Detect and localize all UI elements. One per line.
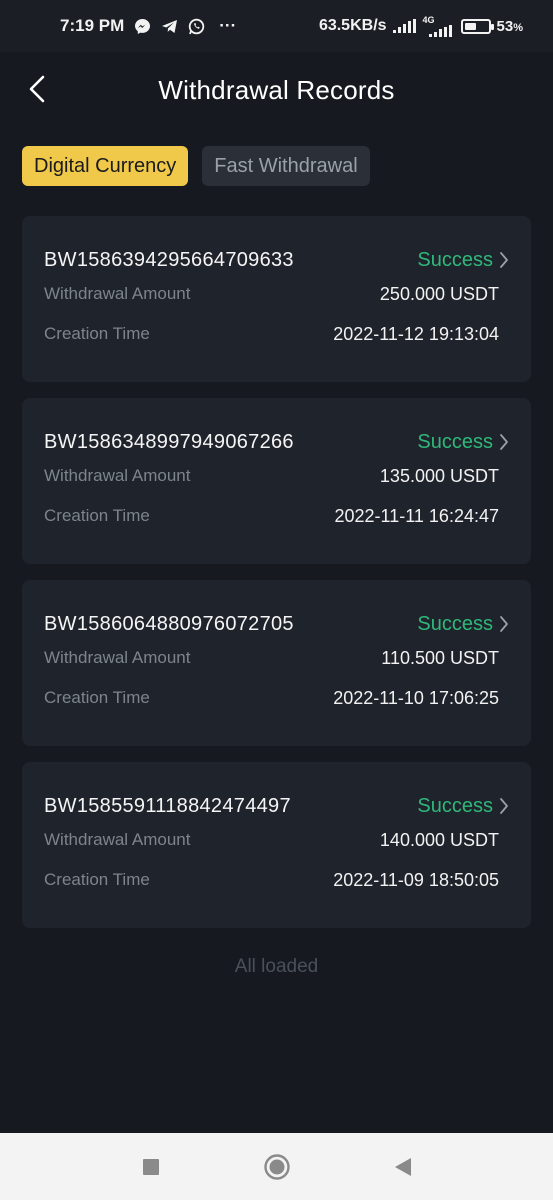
chevron-right-icon	[500, 434, 508, 450]
square-icon	[142, 1158, 159, 1175]
chevron-left-icon	[29, 75, 45, 103]
chevron-right-icon	[500, 798, 508, 814]
record-creation-time: 2022-11-10 17:06:25	[333, 687, 499, 708]
home-circle-icon	[263, 1153, 290, 1180]
status-more: ···	[219, 16, 237, 35]
record-id: BW1586348997949067266	[44, 430, 294, 453]
home-button[interactable]	[260, 1150, 294, 1184]
record-id: BW1585591118842474497	[44, 794, 291, 817]
signal-4g-icon: 4G	[422, 14, 453, 37]
record-amount: 140.000 USDT	[379, 829, 499, 850]
battery-percent: 53%	[496, 17, 523, 35]
whatsapp-icon	[188, 18, 205, 35]
telegram-icon	[161, 18, 178, 35]
creation-time-label: Creation Time	[44, 688, 150, 707]
network-speed: 63.5KB/s	[318, 17, 387, 34]
record-status: Success	[417, 430, 493, 453]
record-amount: 135.000 USDT	[379, 465, 499, 486]
record-creation-time: 2022-11-09 18:50:05	[333, 869, 499, 890]
all-loaded-text: All loaded	[234, 956, 319, 977]
back-nav-button[interactable]	[386, 1150, 420, 1184]
signal-icon	[392, 19, 417, 33]
record-id: BW1586394295664709633	[44, 248, 294, 271]
status-bar: 7:19 PM ··· 63.5KB/s 4G 53%	[0, 0, 553, 52]
creation-time-label: Creation Time	[44, 870, 150, 889]
tab-fast-withdrawal[interactable]: Fast Withdrawal	[202, 146, 370, 186]
record-status: Success	[417, 248, 493, 271]
record-status: Success	[417, 612, 493, 635]
record-card[interactable]: BW1585591118842474497 Success Withdrawal…	[22, 762, 531, 928]
back-button[interactable]	[20, 72, 54, 106]
amount-label: Withdrawal Amount	[44, 466, 191, 485]
withdrawal-records-list: BW1586394295664709633 Success Withdrawal…	[22, 216, 531, 944]
record-card[interactable]: BW1586348997949067266 Success Withdrawal…	[22, 398, 531, 564]
recent-apps-button[interactable]	[134, 1150, 168, 1184]
creation-time-label: Creation Time	[44, 506, 150, 525]
record-card[interactable]: BW1586394295664709633 Success Withdrawal…	[22, 216, 531, 382]
creation-time-label: Creation Time	[44, 324, 150, 343]
amount-label: Withdrawal Amount	[44, 648, 191, 667]
triangle-back-icon	[394, 1157, 411, 1176]
tab-bar: Digital Currency Fast Withdrawal	[22, 146, 370, 186]
record-creation-time: 2022-11-12 19:13:04	[333, 323, 499, 344]
chevron-right-icon	[500, 252, 508, 268]
record-creation-time: 2022-11-11 16:24:47	[334, 505, 499, 526]
chevron-right-icon	[500, 616, 508, 632]
amount-label: Withdrawal Amount	[44, 284, 191, 303]
system-nav-bar	[0, 1133, 553, 1200]
network-type: 4G	[422, 14, 435, 25]
status-time: 7:19 PM	[60, 16, 125, 35]
record-status: Success	[417, 794, 493, 817]
tab-digital-currency[interactable]: Digital Currency	[22, 146, 189, 186]
record-id: BW1586064880976072705	[44, 612, 294, 635]
record-card[interactable]: BW1586064880976072705 Success Withdrawal…	[22, 580, 531, 746]
messenger-icon	[134, 18, 151, 35]
record-amount: 110.500 USDT	[381, 647, 499, 668]
page-title: Withdrawal Records	[158, 74, 395, 105]
page-header: Withdrawal Records	[0, 52, 553, 128]
record-amount: 250.000 USDT	[379, 283, 499, 304]
battery-level	[464, 22, 477, 30]
amount-label: Withdrawal Amount	[44, 830, 191, 849]
battery-icon	[460, 18, 494, 34]
